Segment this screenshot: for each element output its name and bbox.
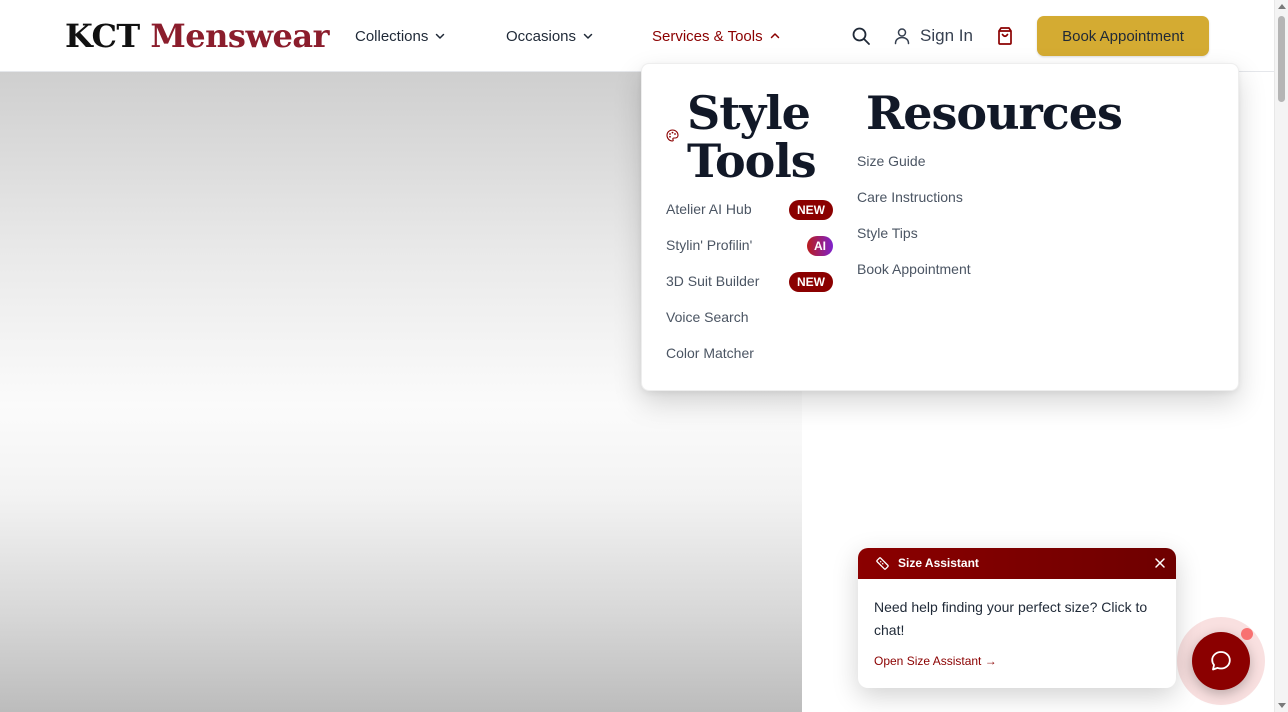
chevron-down-icon	[436, 33, 445, 39]
ruler-icon	[876, 557, 889, 570]
logo-suffix: Menswear	[150, 17, 329, 55]
nav-occasions-label: Occasions	[506, 27, 577, 45]
chat-button[interactable]	[1192, 632, 1250, 690]
nav-collections-label: Collections	[355, 27, 429, 45]
size-assistant-popup: Size Assistant Need help finding your pe…	[858, 548, 1176, 688]
menu-link-care-instructions[interactable]: Care Instructions	[857, 189, 963, 205]
close-icon[interactable]	[1154, 557, 1166, 569]
scroll-up-arrow-icon[interactable]	[1278, 4, 1286, 9]
shopping-bag-icon[interactable]	[995, 26, 1015, 46]
menu-link-atelier-ai-hub[interactable]: Atelier AI Hub	[666, 201, 752, 217]
chevron-down-icon	[583, 33, 593, 39]
new-badge: NEW	[789, 272, 833, 292]
new-badge: NEW	[789, 200, 833, 220]
nav-occasions[interactable]: Occasions	[506, 26, 594, 46]
book-appointment-button[interactable]: Book Appointment	[1037, 16, 1209, 56]
menu-link-color-matcher[interactable]: Color Matcher	[666, 345, 754, 361]
menu-link-stylin-profilin[interactable]: Stylin' Profilin'	[666, 237, 752, 253]
open-size-assistant-link[interactable]: Open Size Assistant →	[874, 654, 997, 668]
scroll-down-arrow-icon[interactable]	[1278, 703, 1286, 708]
scrollbar-thumb[interactable]	[1278, 16, 1285, 102]
nav-services-tools[interactable]: Services & Tools	[652, 26, 781, 46]
size-assistant-message: Need help finding your perfect size? Cli…	[874, 599, 1148, 638]
menu-link-size-guide[interactable]: Size Guide	[857, 153, 925, 169]
ai-badge: AI	[807, 236, 833, 256]
size-assistant-title: Size Assistant	[898, 556, 979, 570]
page-scrollbar[interactable]	[1274, 0, 1288, 712]
chevron-up-icon	[770, 33, 779, 39]
site-logo[interactable]: KCT Menswear	[65, 16, 329, 56]
sign-in-link[interactable]: Sign In	[893, 25, 973, 47]
logo-brand: KCT	[65, 17, 140, 55]
style-tools-heading: Style Tools	[687, 86, 817, 188]
sign-in-label: Sign In	[920, 26, 973, 45]
chat-icon	[1211, 651, 1231, 671]
menu-link-book-appointment[interactable]: Book Appointment	[857, 261, 971, 277]
services-tools-dropdown: Style Tools Resources Atelier AI Hub NEW…	[641, 63, 1239, 391]
menu-link-3d-suit-builder[interactable]: 3D Suit Builder	[666, 273, 759, 289]
user-icon	[894, 28, 910, 45]
palette-icon	[666, 129, 679, 142]
nav-collections[interactable]: Collections	[355, 26, 446, 46]
nav-services-tools-label: Services & Tools	[652, 27, 763, 45]
size-assistant-header: Size Assistant	[858, 548, 1176, 579]
menu-link-style-tips[interactable]: Style Tips	[857, 225, 918, 241]
menu-link-voice-search[interactable]: Voice Search	[666, 309, 749, 325]
notification-dot	[1241, 628, 1253, 640]
site-header: KCT Menswear Collections Occasions Servi…	[0, 0, 1274, 72]
search-icon[interactable]	[851, 26, 871, 46]
resources-heading: Resources	[866, 86, 1123, 140]
